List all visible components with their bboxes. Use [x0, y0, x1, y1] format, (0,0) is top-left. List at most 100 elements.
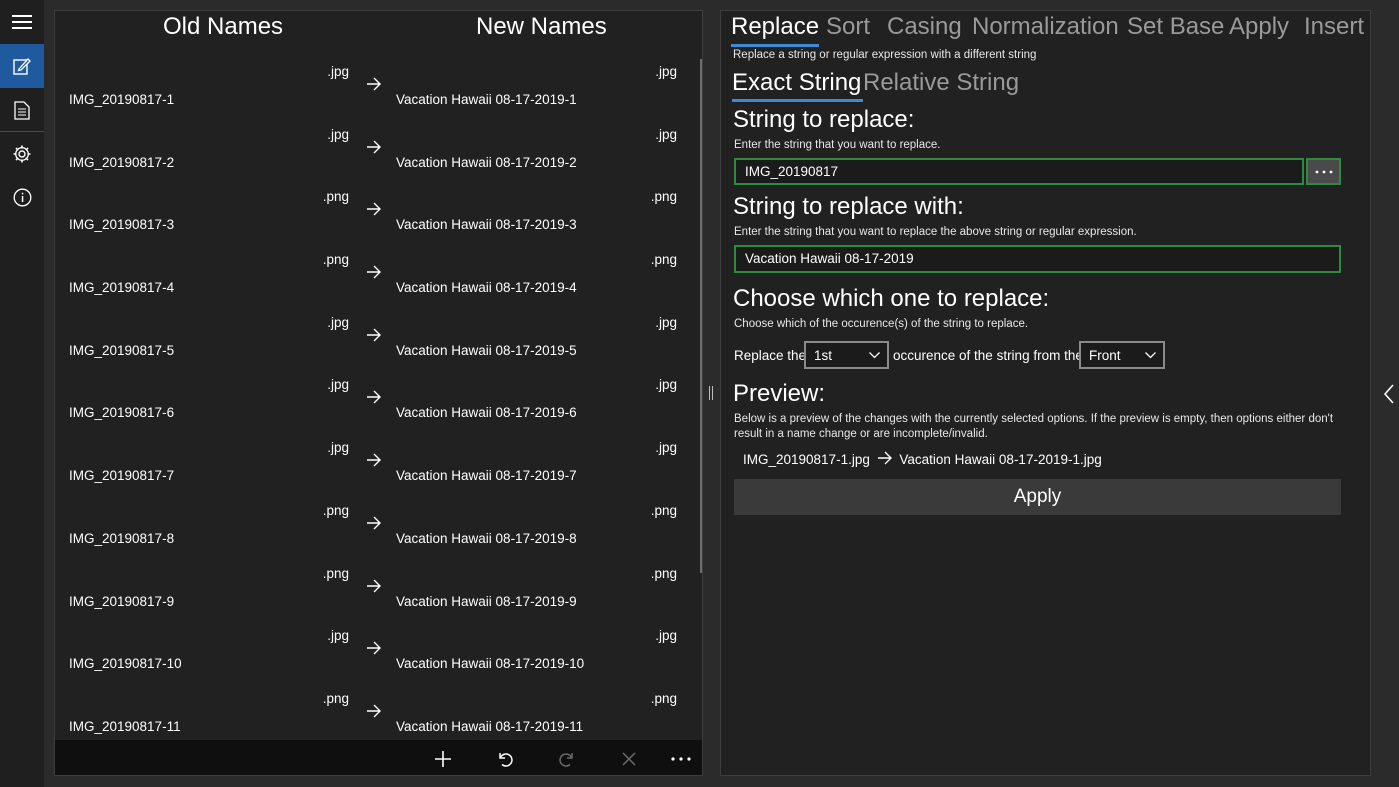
- new-filename: Vacation Hawaii 08-17-2019-7: [396, 468, 577, 484]
- file-row[interactable]: .jpg IMG_20190817-7 .jpg Vacation Hawaii 08…: [55, 431, 695, 494]
- tab-set-base[interactable]: Set Base: [1127, 13, 1224, 41]
- chevron-down-icon: [1145, 352, 1156, 359]
- old-filename: IMG_20190817-9: [69, 593, 175, 609]
- old-extension: .jpg: [327, 628, 349, 644]
- new-filename: Vacation Hawaii 08-17-2019-2: [396, 154, 577, 170]
- chevron-down-icon: [869, 352, 880, 359]
- file-row[interactable]: .jpg IMG_20190817-6 .jpg Vacation Hawaii 08…: [55, 368, 695, 431]
- tab-replace[interactable]: Replace: [731, 13, 820, 47]
- arrow-right-icon: [367, 77, 381, 91]
- tab-label: Apply: [1229, 13, 1290, 40]
- rename-options-panel: Replace Sort Casing Normalization Set Base Ap…: [720, 10, 1371, 776]
- chevron-left-icon[interactable]: [1383, 384, 1395, 404]
- subtab-exact-string[interactable]: Exact String: [732, 69, 864, 102]
- file-row[interactable]: .png IMG_20190817-4 .png Vacation Hawaii 08…: [55, 243, 695, 306]
- occurrence-middle-label: occurence of the string from the: [893, 348, 1083, 363]
- preview-old-name: IMG_20190817-1.jpg: [743, 452, 870, 467]
- arrow-right-icon: [367, 516, 381, 530]
- new-filename: Vacation Hawaii 08-17-2019-4: [396, 280, 577, 296]
- file-row[interactable]: .png IMG_20190817-11 .png Vacation Hawaii 0…: [55, 682, 695, 745]
- more-button[interactable]: [667, 745, 695, 773]
- tab-label: Insert: [1304, 13, 1365, 40]
- undo-button[interactable]: [491, 745, 519, 773]
- file-row[interactable]: .jpg IMG_20190817-2 .jpg Vacation Hawaii 08…: [55, 118, 695, 181]
- new-filename: Vacation Hawaii 08-17-2019-10: [396, 656, 585, 672]
- tab-casing[interactable]: Casing: [887, 13, 962, 41]
- tab-normalization[interactable]: Normalization: [972, 13, 1119, 41]
- new-filename: Vacation Hawaii 08-17-2019-6: [396, 405, 577, 421]
- old-names-header: Old Names: [163, 13, 284, 40]
- new-names-header: New Names: [476, 13, 607, 40]
- tab-apply[interactable]: Apply: [1229, 13, 1289, 41]
- undo-icon: [499, 753, 513, 767]
- more-icon: [1315, 170, 1332, 173]
- gear-icon: [13, 145, 31, 163]
- hamburger-icon: [12, 15, 32, 29]
- occurrence-select[interactable]: 1st: [804, 341, 889, 369]
- old-filename: IMG_20190817-6: [69, 405, 175, 421]
- nav-rename-button[interactable]: [0, 44, 44, 88]
- old-extension: .png: [322, 690, 349, 706]
- new-extension: .png: [650, 189, 677, 205]
- tab-underline: [731, 44, 820, 47]
- arrow-right-icon: [367, 579, 381, 592]
- file-row[interactable]: .jpg IMG_20190817-1 .jpg Vacation Hawaii 08…: [55, 55, 695, 118]
- arrow-right-icon: [367, 390, 381, 404]
- nav-about-button[interactable]: [0, 175, 44, 219]
- old-extension: .png: [322, 502, 349, 518]
- panel-splitter[interactable]: [709, 386, 714, 400]
- find-input[interactable]: IMG_20190817: [734, 158, 1304, 185]
- old-extension: .jpg: [327, 377, 349, 393]
- nav-document-button[interactable]: [0, 88, 44, 132]
- replace-the-label: Replace the: [734, 348, 807, 363]
- old-filename: IMG_20190817-2: [69, 154, 175, 170]
- file-row[interactable]: .png IMG_20190817-9 .png Vacation Hawaii 08…: [55, 557, 695, 620]
- nav-settings-button[interactable]: [0, 132, 44, 176]
- old-filename: IMG_20190817-10: [69, 656, 182, 672]
- arrow-right-icon: [367, 704, 381, 718]
- occurrence-select-value: 1st: [814, 348, 833, 363]
- old-filename: IMG_20190817-1: [69, 92, 175, 107]
- redo-button[interactable]: [553, 745, 581, 773]
- preview-hint: Below is a preview of the changes with t…: [734, 413, 1334, 440]
- add-button[interactable]: [429, 745, 457, 773]
- file-row[interactable]: .png IMG_20190817-8 .png Vacation Hawaii 08…: [55, 494, 695, 557]
- new-filename: Vacation Hawaii 08-17-2019-1: [396, 92, 577, 107]
- preview-title: Preview:: [733, 380, 826, 407]
- replace-title: String to replace with:: [733, 193, 964, 220]
- file-row[interactable]: .jpg IMG_20190817-5 .jpg Vacation Hawaii 08…: [55, 306, 695, 369]
- file-row[interactable]: .png IMG_20190817-3 .png Vacation Hawaii 08…: [55, 180, 695, 243]
- list-scrollbar[interactable]: [700, 59, 702, 573]
- command-bar: [55, 740, 702, 775]
- arrow-right-icon: [367, 453, 381, 467]
- old-extension: .jpg: [327, 314, 349, 330]
- old-extension: .jpg: [327, 440, 349, 456]
- new-extension: .jpg: [655, 377, 677, 393]
- occurrence-hint: Choose which of the occurence(s) of the …: [734, 318, 1029, 330]
- new-extension: .jpg: [655, 628, 677, 644]
- find-title: String to replace:: [733, 106, 915, 133]
- edit-icon: [13, 58, 31, 75]
- find-options-button[interactable]: [1306, 158, 1341, 185]
- old-extension: .png: [322, 565, 349, 581]
- arrow-right-icon: [367, 641, 381, 655]
- apply-button[interactable]: Apply: [734, 479, 1341, 515]
- file-rows: .jpg IMG_20190817-1 .jpg Vacation Hawaii 08…: [55, 55, 695, 745]
- file-row[interactable]: .jpg IMG_20190817-10 .jpg Vacation Hawaii 0…: [55, 619, 695, 682]
- new-extension: .jpg: [655, 314, 677, 330]
- new-extension: .png: [650, 252, 677, 268]
- subtab-relative-string[interactable]: Relative String: [863, 69, 1019, 97]
- preview-new-name: Vacation Hawaii 08-17-2019-1.jpg: [899, 452, 1102, 467]
- add-icon: [435, 751, 451, 767]
- old-filename: IMG_20190817-7: [69, 468, 175, 484]
- direction-select[interactable]: Front: [1079, 341, 1165, 369]
- tab-label: Casing: [887, 13, 962, 40]
- hamburger-menu-button[interactable]: [0, 0, 44, 44]
- tab-insert[interactable]: Insert: [1304, 13, 1364, 41]
- tab-sort[interactable]: Sort: [826, 13, 870, 41]
- replace-input[interactable]: Vacation Hawaii 08-17-2019: [734, 245, 1341, 273]
- arrow-right-icon: [367, 140, 381, 154]
- tab-description: Replace a string or regular expression w…: [733, 49, 1037, 61]
- clear-button[interactable]: [615, 745, 643, 773]
- document-icon: [14, 100, 30, 120]
